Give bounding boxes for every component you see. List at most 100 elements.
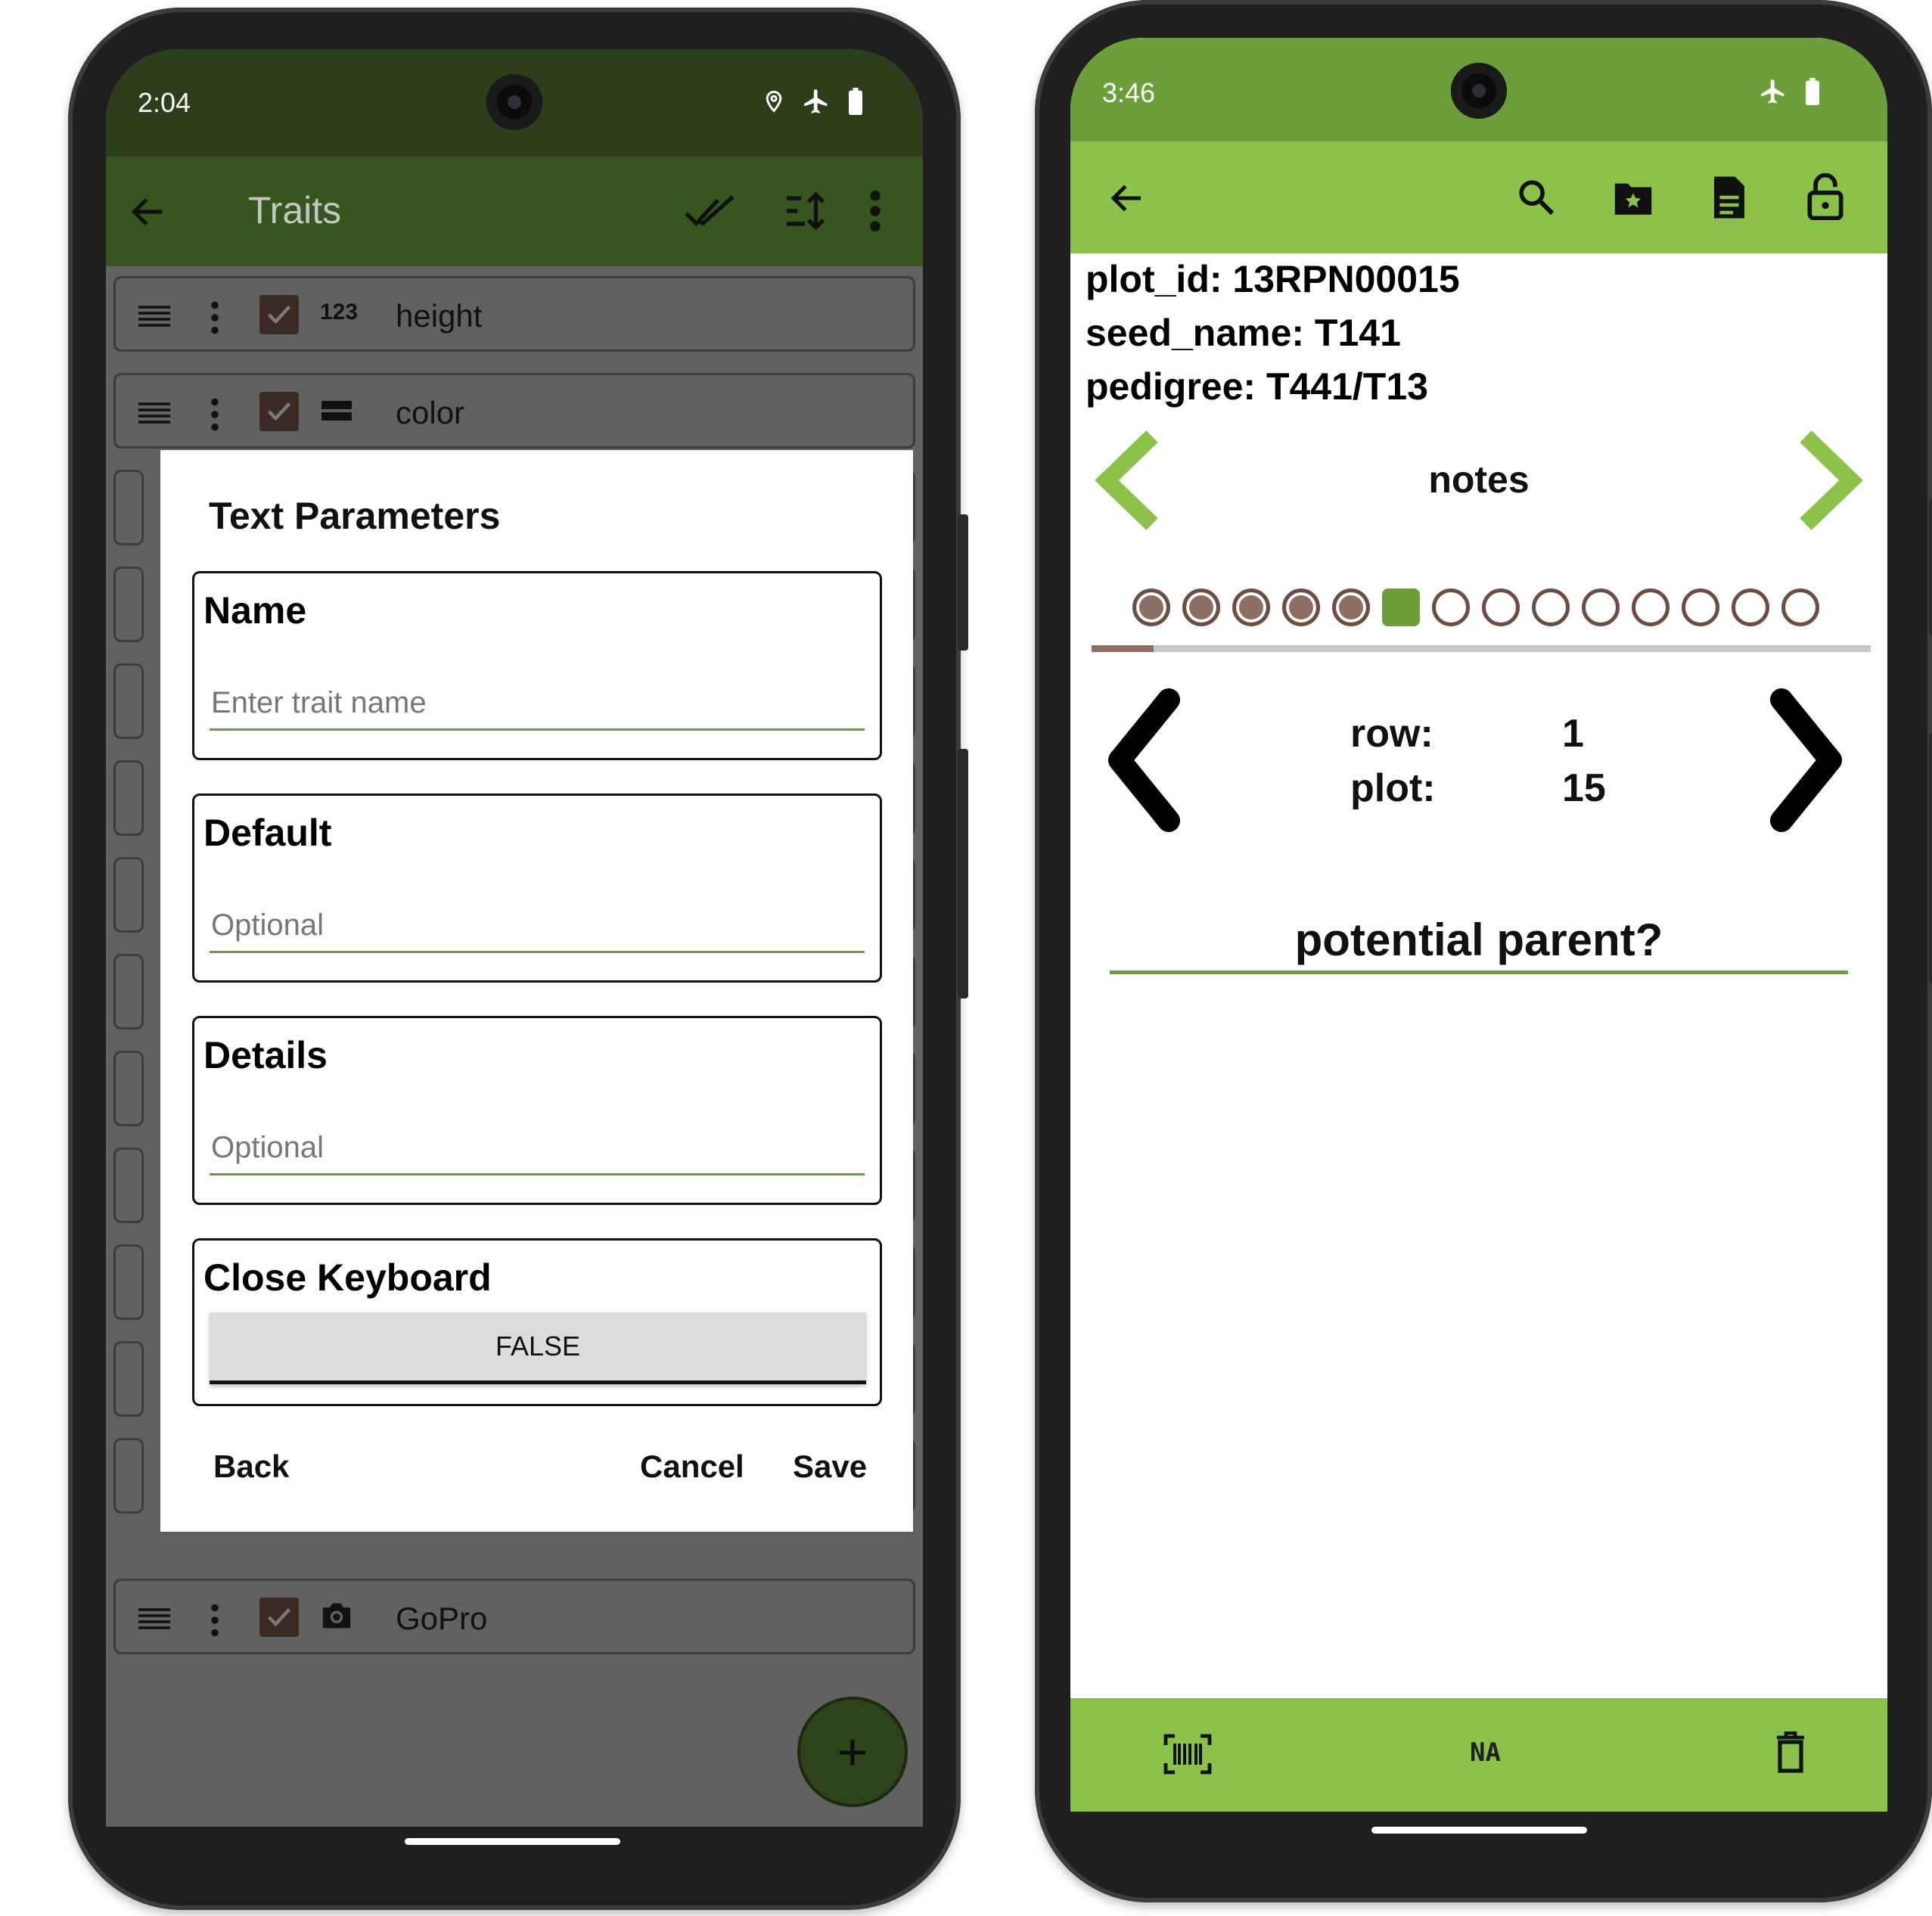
overflow-menu-icon[interactable] (870, 191, 881, 231)
close-keyboard-card: Close Keyboard FALSE (192, 1238, 882, 1406)
status-time: 2:04 (138, 87, 191, 118)
barcode-scan-icon[interactable] (1163, 1733, 1213, 1775)
back-arrow-icon[interactable] (127, 191, 169, 233)
dialog-title: Text Parameters (209, 495, 501, 537)
trait-visible-checkbox[interactable] (259, 295, 299, 334)
trait-dot-empty[interactable] (1682, 588, 1719, 626)
trait-row-edge (113, 1244, 144, 1320)
collect-screen: 3:46 plot_id: 13RPN00015 seed_name: T141… (1070, 38, 1887, 1812)
trait-row-edge (113, 1341, 144, 1417)
cancel-button[interactable]: Cancel (640, 1449, 744, 1485)
details-input[interactable] (210, 1123, 865, 1175)
trait-row-height[interactable]: 123 height (113, 276, 915, 352)
front-camera (486, 74, 542, 130)
home-indicator[interactable] (405, 1838, 620, 1845)
drag-handle-icon[interactable] (138, 306, 170, 328)
battery-icon (847, 88, 864, 115)
lock-open-icon[interactable] (1806, 173, 1845, 220)
trait-title[interactable]: notes (1070, 458, 1887, 502)
back-arrow-icon[interactable] (1107, 178, 1148, 219)
phone-right: 3:46 plot_id: 13RPN00015 seed_name: T141… (1035, 0, 1932, 1902)
trait-dot-completed[interactable] (1182, 588, 1220, 626)
add-trait-button[interactable]: + (797, 1697, 908, 1807)
search-icon[interactable] (1515, 176, 1558, 219)
name-label: Name (203, 589, 307, 632)
trait-progress-dots (1132, 588, 1819, 626)
close-keyboard-toggle[interactable]: FALSE (210, 1312, 866, 1384)
front-camera (1451, 63, 1507, 119)
na-button[interactable]: NA (1470, 1737, 1501, 1768)
plot-progress-bar (1092, 645, 1871, 652)
trait-menu-icon[interactable] (210, 398, 219, 431)
delete-icon[interactable] (1775, 1731, 1806, 1774)
row-value: 1 (1562, 712, 1584, 756)
plot-id-line: plot_id: 13RPN00015 (1086, 258, 1460, 300)
previous-plot-icon[interactable] (1101, 685, 1184, 836)
trait-row-color[interactable]: color (113, 373, 915, 449)
name-field-card: Name (192, 571, 882, 760)
save-button[interactable]: Save (793, 1449, 867, 1485)
trait-row-edge (113, 663, 144, 739)
trait-dot-empty[interactable] (1781, 588, 1819, 626)
default-label: Default (203, 812, 332, 854)
sort-icon[interactable] (783, 189, 827, 233)
back-button[interactable]: Back (213, 1449, 289, 1485)
trait-row-edge (113, 470, 144, 545)
airplane-icon (802, 87, 831, 116)
page-title: Traits (248, 189, 342, 231)
trait-row-edge (113, 1438, 144, 1514)
plot-progress-fill (1092, 645, 1154, 652)
trait-row-edge (113, 857, 144, 933)
pedigree-line: pedigree: T441/T13 (1086, 365, 1428, 408)
next-trait-icon[interactable] (1797, 427, 1865, 533)
trait-row-gopro[interactable]: GoPro (113, 1579, 915, 1654)
trait-row-edge (113, 954, 144, 1029)
toolbar (1070, 141, 1887, 253)
trait-dot-empty[interactable] (1432, 588, 1470, 626)
trait-dot-completed[interactable] (1232, 588, 1270, 626)
details-label: Details (203, 1034, 328, 1076)
text-parameters-dialog: Text Parameters Name Default Details Clo… (160, 450, 913, 1532)
trait-dot-empty[interactable] (1732, 588, 1769, 626)
traits-screen: 2:04 Traits 123 height color GoPro Text … (106, 49, 923, 1827)
trait-dot-completed[interactable] (1332, 588, 1370, 626)
row-label: row: (1350, 712, 1433, 756)
home-indicator[interactable] (1371, 1827, 1587, 1834)
notes-input[interactable]: potential parent? (1110, 914, 1848, 974)
name-input[interactable] (210, 678, 865, 731)
trait-dot-current[interactable] (1382, 588, 1420, 626)
summary-document-icon[interactable] (1712, 175, 1747, 220)
trait-menu-icon[interactable] (210, 1604, 219, 1637)
folder-star-icon[interactable] (1611, 179, 1655, 217)
trait-dot-completed[interactable] (1132, 588, 1170, 626)
status-time: 3:46 (1102, 77, 1156, 108)
trait-row-edge (113, 1051, 144, 1126)
status-bar: 3:46 (1070, 38, 1887, 141)
location-icon (763, 87, 785, 116)
drag-handle-icon[interactable] (138, 402, 170, 425)
trait-visible-checkbox[interactable] (259, 1598, 299, 1637)
power-button (1929, 734, 1932, 983)
toolbar: Traits (106, 157, 923, 266)
trait-name: height (396, 298, 483, 334)
status-bar: 2:04 (106, 49, 923, 157)
trait-row-edge (113, 567, 144, 642)
trait-dot-empty[interactable] (1532, 588, 1570, 626)
airplane-icon (1759, 77, 1788, 106)
trait-dot-completed[interactable] (1282, 588, 1320, 626)
trait-dot-empty[interactable] (1632, 588, 1670, 626)
trait-visible-checkbox[interactable] (259, 392, 299, 431)
power-button (958, 749, 968, 998)
camera-type-icon (320, 1601, 353, 1631)
plot-value: 15 (1562, 766, 1606, 810)
battery-icon (1804, 78, 1821, 105)
select-all-check-icon[interactable] (685, 193, 735, 231)
trait-row-edge (113, 760, 144, 836)
next-plot-icon[interactable] (1766, 685, 1850, 836)
trait-menu-icon[interactable] (210, 301, 219, 334)
trait-dot-empty[interactable] (1482, 588, 1520, 626)
trait-dot-empty[interactable] (1582, 588, 1620, 626)
trait-row-edge (113, 1147, 144, 1223)
default-input[interactable] (210, 900, 865, 953)
drag-handle-icon[interactable] (138, 1608, 170, 1631)
